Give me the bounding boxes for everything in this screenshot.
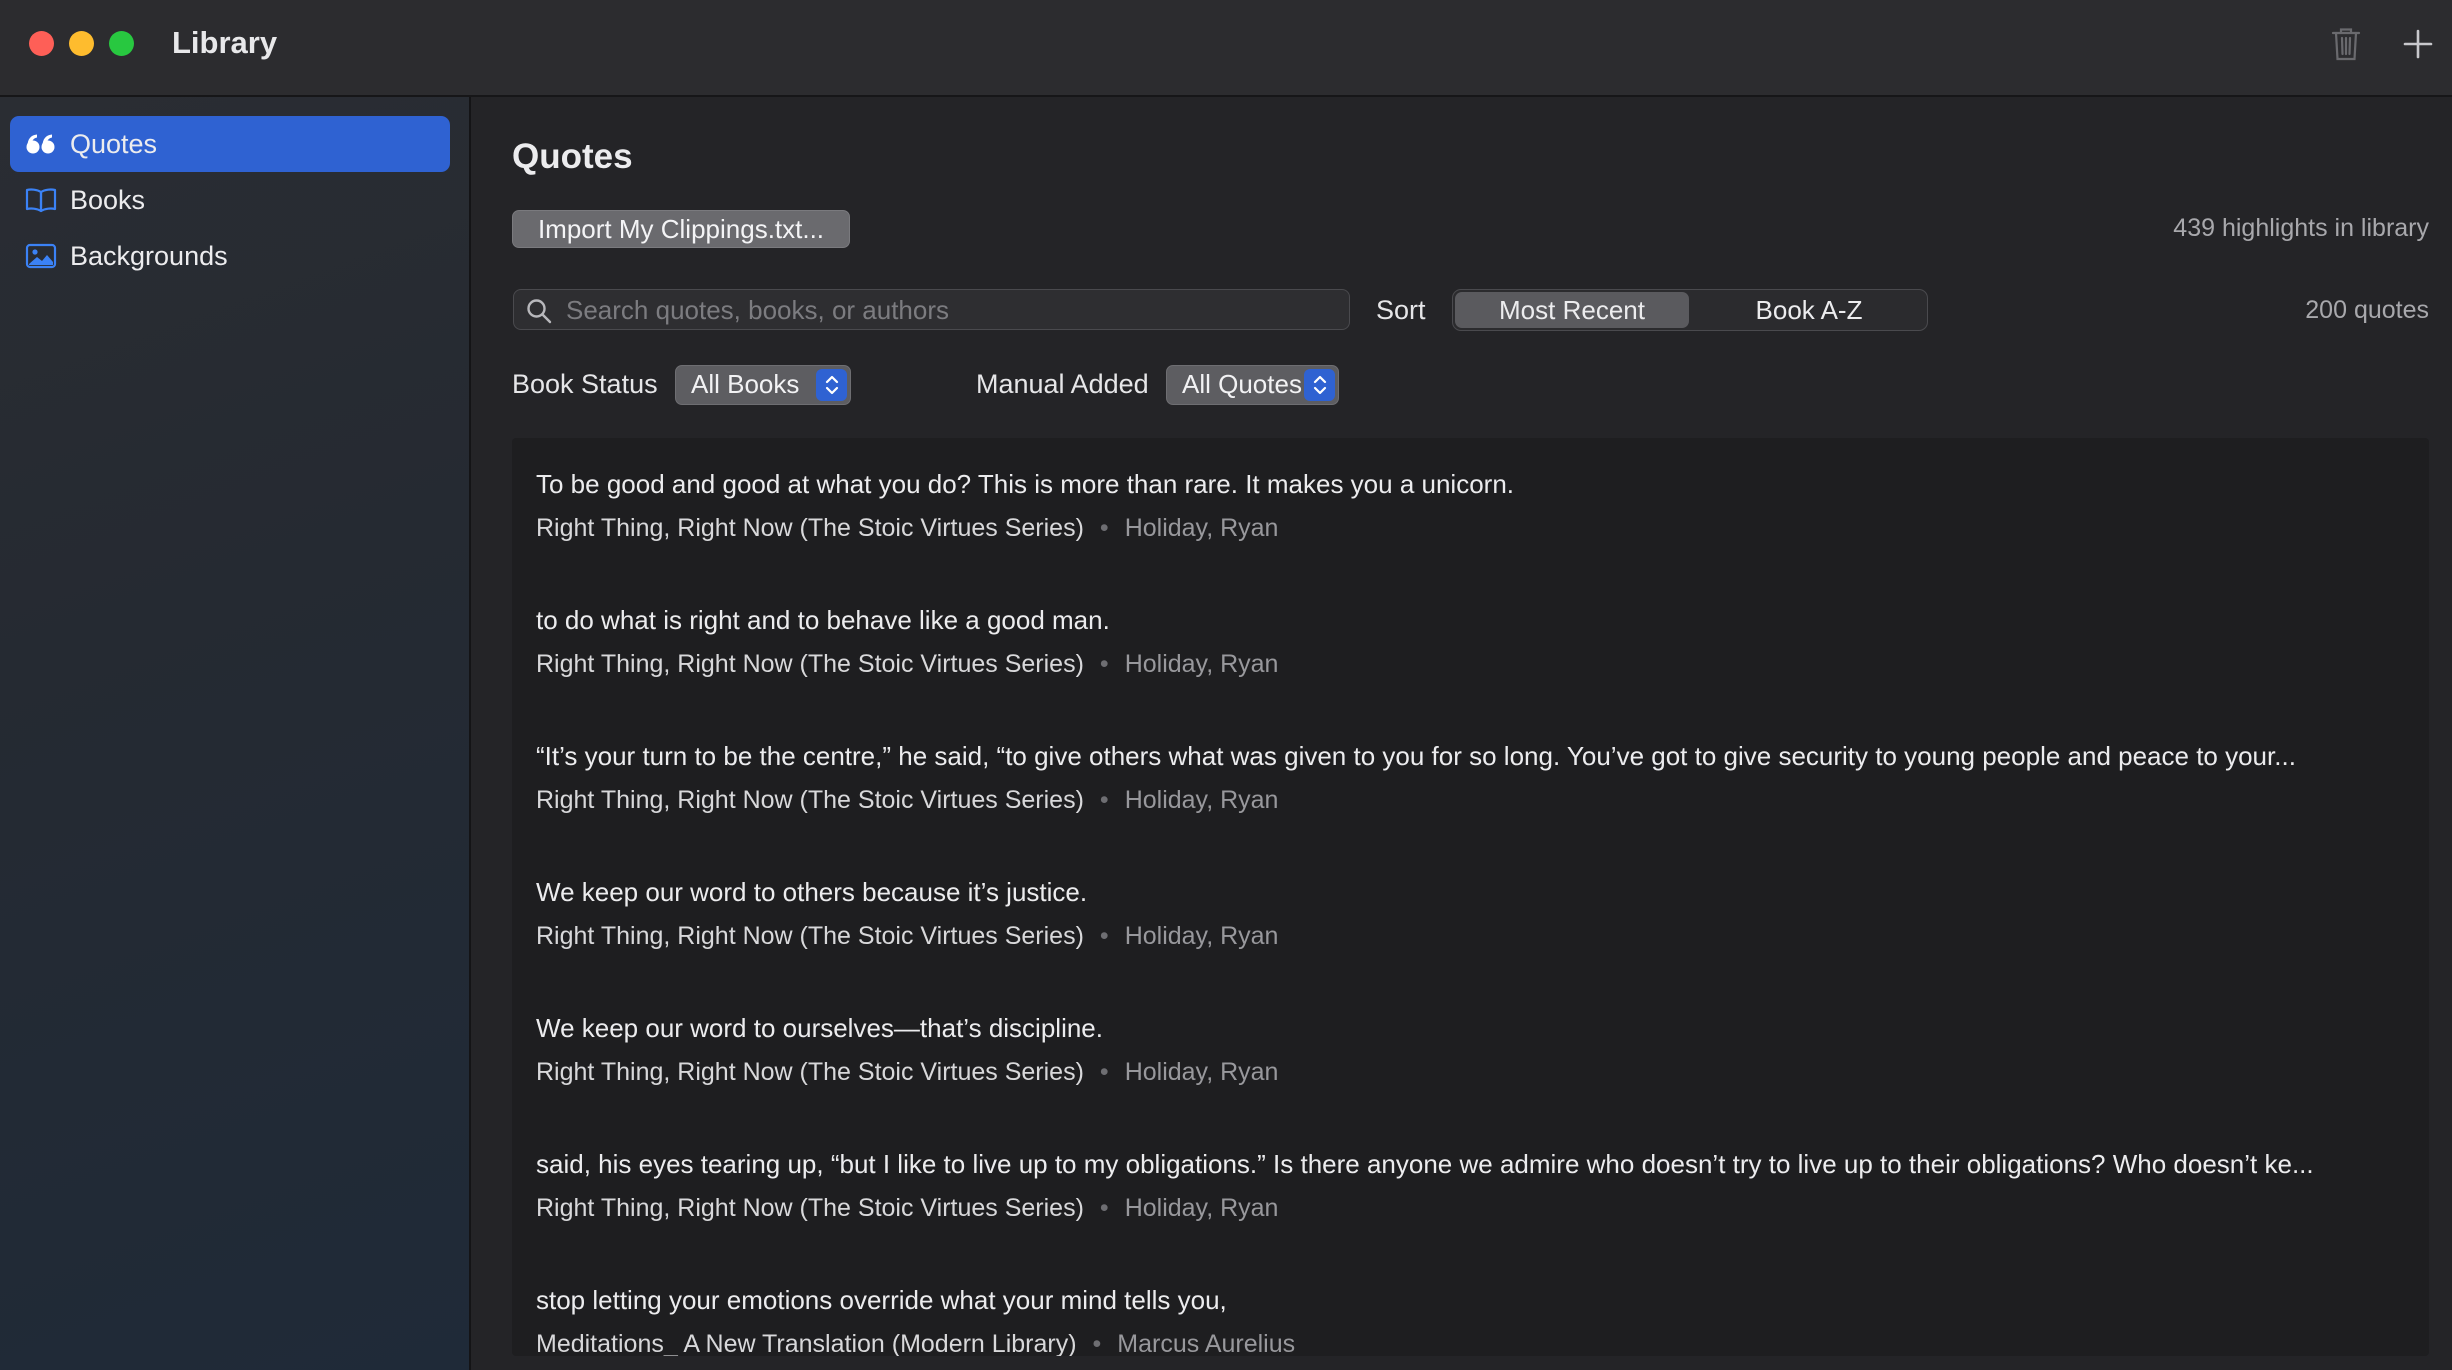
list-item[interactable]: We keep our word to others because it’s … [512, 846, 2429, 982]
sort-label: Sort [1376, 295, 1426, 325]
sort-segmented-control: Most Recent Book A-Z [1452, 289, 1928, 331]
quote-text: To be good and good at what you do? This… [536, 469, 1514, 499]
quotes-count: 200 quotes [2305, 296, 2429, 324]
highlights-count: 439 highlights in library [2173, 214, 2429, 242]
list-item[interactable]: said, his eyes tearing up, “but I like t… [512, 1118, 2429, 1254]
minimize-window-button[interactable] [69, 31, 94, 56]
quote-book: Right Thing, Right Now (The Stoic Virtue… [536, 922, 1084, 950]
sidebar-item-label: Backgrounds [70, 240, 228, 271]
quote-meta: Right Thing, Right Now (The Stoic Virtue… [536, 514, 1278, 543]
quote-meta: Meditations_ A New Translation (Modern L… [536, 1330, 1295, 1356]
plus-icon [2403, 29, 2433, 59]
quote-author: Holiday, Ryan [1124, 786, 1279, 814]
zoom-window-button[interactable] [109, 31, 134, 56]
separator-dot: • [1099, 922, 1109, 950]
sort-option-most-recent[interactable]: Most Recent [1455, 292, 1689, 328]
quote-book: Meditations_ A New Translation (Modern L… [536, 1330, 1077, 1356]
quote-text: We keep our word to others because it’s … [536, 877, 1088, 907]
close-window-button[interactable] [29, 31, 54, 56]
separator-dot: • [1092, 1330, 1102, 1356]
quote-text: to do what is right and to behave like a… [536, 605, 1110, 635]
quote-meta: Right Thing, Right Now (The Stoic Virtue… [536, 1194, 1278, 1223]
quote-author: Holiday, Ryan [1124, 650, 1279, 678]
main-content: Quotes Import My Clippings.txt... 439 hi… [473, 99, 2452, 1370]
list-item[interactable]: We keep our word to ourselves—that’s dis… [512, 982, 2429, 1118]
quotes-list[interactable]: To be good and good at what you do? This… [512, 438, 2429, 1356]
separator-dot: • [1099, 514, 1109, 542]
chevron-up-down-icon [1304, 369, 1335, 401]
quote-text: said, his eyes tearing up, “but I like t… [536, 1149, 2314, 1179]
sidebar-item-label: Quotes [70, 128, 158, 159]
search-icon [527, 299, 552, 324]
quote-meta: Right Thing, Right Now (The Stoic Virtue… [536, 922, 1278, 951]
quote-author: Holiday, Ryan [1124, 1194, 1279, 1222]
separator-dot: • [1099, 650, 1109, 678]
photo-icon [25, 242, 57, 270]
book-status-value: All Books [691, 369, 800, 399]
quote-book: Right Thing, Right Now (The Stoic Virtue… [536, 1194, 1084, 1222]
quote-author: Holiday, Ryan [1124, 1058, 1279, 1086]
search-field[interactable] [513, 289, 1350, 330]
list-item[interactable]: To be good and good at what you do? This… [512, 438, 2429, 574]
book-status-select[interactable]: All Books [675, 365, 851, 405]
list-item[interactable]: stop letting your emotions override what… [512, 1254, 2429, 1356]
chevron-up-down-icon [816, 369, 847, 401]
quote-meta: Right Thing, Right Now (The Stoic Virtue… [536, 650, 1278, 679]
quote-author: Holiday, Ryan [1124, 922, 1279, 950]
sidebar-item-quotes[interactable]: Quotes [10, 116, 450, 172]
quote-text: “It’s your turn to be the centre,” he sa… [536, 741, 2296, 771]
quote-text: stop letting your emotions override what… [536, 1285, 1227, 1315]
sidebar-item-backgrounds[interactable]: Backgrounds [10, 228, 450, 284]
manual-added-value: All Quotes [1182, 369, 1302, 399]
sort-option-book-az[interactable]: Book A-Z [1693, 292, 1925, 328]
manual-added-label: Manual Added [976, 369, 1149, 399]
quote-author: Holiday, Ryan [1124, 514, 1279, 542]
search-input[interactable] [566, 293, 1336, 327]
quote-icon [25, 130, 57, 158]
quote-book: Right Thing, Right Now (The Stoic Virtue… [536, 650, 1084, 678]
separator-dot: • [1099, 786, 1109, 814]
window-title: Library [172, 25, 278, 60]
quote-meta: Right Thing, Right Now (The Stoic Virtue… [536, 786, 1278, 815]
app-window: Library Quotes Books Backgrounds Quotes … [0, 0, 2452, 1370]
quote-book: Right Thing, Right Now (The Stoic Virtue… [536, 1058, 1084, 1086]
separator-dot: • [1099, 1194, 1109, 1222]
book-status-label: Book Status [512, 369, 658, 399]
trash-icon [2331, 28, 2361, 61]
manual-added-select[interactable]: All Quotes [1166, 365, 1339, 405]
page-title: Quotes [512, 137, 633, 176]
quote-meta: Right Thing, Right Now (The Stoic Virtue… [536, 1058, 1278, 1087]
quote-author: Marcus Aurelius [1117, 1330, 1296, 1356]
trash-button[interactable] [2322, 20, 2370, 68]
title-bar: Library [0, 0, 2452, 97]
sidebar: Quotes Books Backgrounds [0, 97, 471, 1370]
list-item[interactable]: to do what is right and to behave like a… [512, 574, 2429, 710]
sidebar-item-books[interactable]: Books [10, 172, 450, 228]
book-icon [25, 186, 57, 214]
quote-book: Right Thing, Right Now (The Stoic Virtue… [536, 514, 1084, 542]
quote-book: Right Thing, Right Now (The Stoic Virtue… [536, 786, 1084, 814]
sidebar-item-label: Books [70, 184, 146, 215]
import-clippings-button[interactable]: Import My Clippings.txt... [512, 210, 850, 248]
separator-dot: • [1099, 1058, 1109, 1086]
list-item[interactable]: “It’s your turn to be the centre,” he sa… [512, 710, 2429, 846]
quote-text: We keep our word to ourselves—that’s dis… [536, 1013, 1103, 1043]
add-button[interactable] [2394, 20, 2442, 68]
